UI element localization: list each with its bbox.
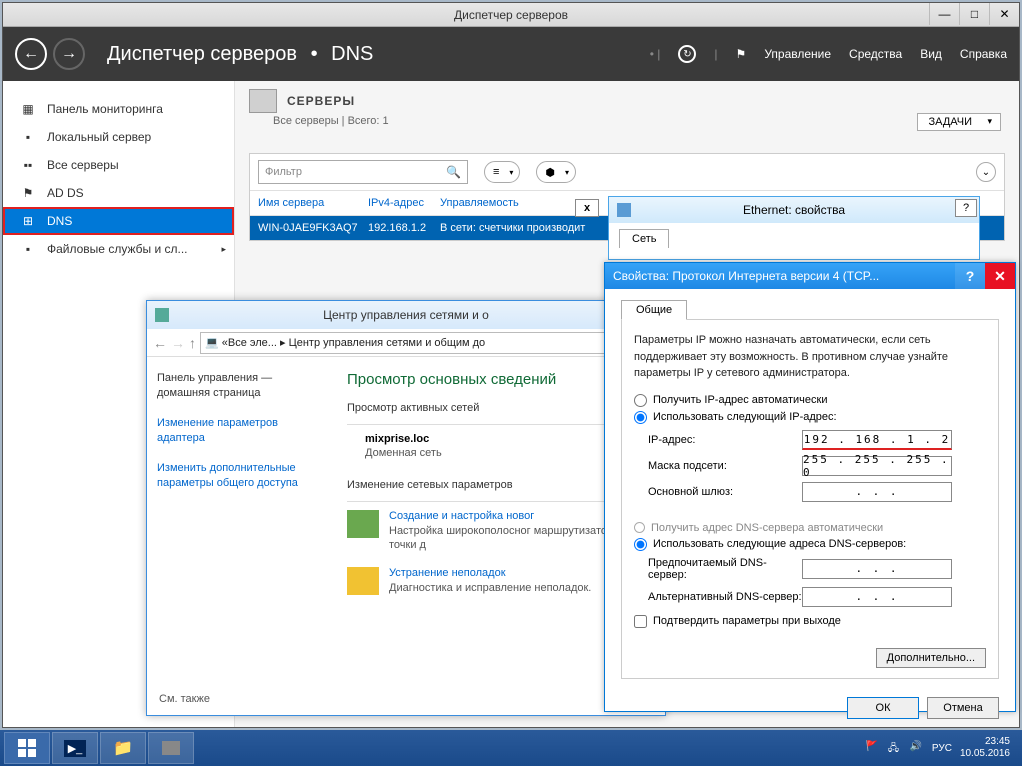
radio-ip-auto[interactable]: Получить IP-адрес автоматически [634,394,986,407]
flag-icon[interactable]: ⚑ [736,47,747,61]
control-panel-home[interactable]: Панель управления — домашняя страница [157,371,327,402]
network-icon [155,308,169,322]
files-icon: ▪ [19,242,37,256]
ip-label: IP-адрес: [648,434,802,446]
col-name[interactable]: Имя сервера [258,197,368,209]
header-bar: ← → Диспетчер серверов • DNS • | ↻ | ⚑ У… [3,27,1019,81]
tray-network-icon[interactable]: 🖧 [888,741,902,755]
sidebar-item-local[interactable]: ▪Локальный сервер [3,123,234,151]
filter-input[interactable]: Фильтр🔍 [258,160,468,184]
menu-view[interactable]: Вид [920,47,942,61]
tray-flag-icon[interactable]: 🚩 [866,741,880,755]
filter-dropdown-2[interactable]: ⬢ [536,161,576,183]
see-also[interactable]: См. также [159,693,210,705]
sidebar-item-dns[interactable]: ⊞DNS [3,207,234,235]
troubleshoot-icon [347,567,379,595]
start-button[interactable] [4,732,50,764]
mask-input[interactable]: 255 . 255 . 255 . 0 [802,456,952,476]
sidebar-item-files[interactable]: ▪Файловые службы и сл...▸ [3,235,234,263]
mask-label: Маска подсети: [648,460,802,472]
address-bar[interactable]: 💻 « Все эле... ▸ Центр управления сетями… [200,332,659,354]
chevron-right-icon: ▸ [221,244,226,255]
ok-button[interactable]: ОК [847,697,919,719]
network-center-window: Центр управления сетями и о ← → ↑ 💻 « Вс… [146,300,666,716]
tray-clock[interactable]: 23:45 10.05.2016 [960,736,1010,760]
adds-icon: ⚑ [19,186,37,200]
eth-x-bg: x [575,199,599,217]
radio-dns-auto: Получить адрес DNS-сервера автоматически [634,522,986,534]
close-button[interactable]: ✕ [989,3,1019,25]
ipv4-titlebar[interactable]: Свойства: Протокол Интернета версии 4 (T… [605,263,1015,289]
ethernet-help-button[interactable]: ? [955,199,977,217]
menu-tools[interactable]: Средства [849,47,902,61]
radio-dns-manual[interactable]: Использовать следующие адреса DNS-сервер… [634,538,986,551]
ip-input[interactable]: 192 . 168 . 1 . 2 [802,430,952,450]
breadcrumb-root[interactable]: Диспетчер серверов [107,43,297,65]
filter-dropdown-1[interactable]: ≡ [484,161,520,183]
refresh-icon[interactable]: ↻ [678,45,696,63]
back-arrow-icon[interactable]: ← [15,38,47,70]
taskbar-server-manager[interactable] [148,732,194,764]
forward-icon: → [171,335,185,351]
setup-icon [347,510,379,538]
adapter-settings-link[interactable]: Изменение параметров адаптера [157,416,327,447]
tray-sound-icon[interactable]: 🔊 [910,741,924,755]
window-title: Диспетчер серверов [454,8,568,22]
pane-subtitle: Все серверы | Всего: 1 [273,115,1019,127]
servers-icon: ▪▪ [19,158,37,172]
search-icon[interactable]: 🔍 [446,165,461,179]
sidebar-item-dashboard[interactable]: ▦Панель мониторинга [3,95,234,123]
menu-manage[interactable]: Управление [764,47,831,61]
tasks-dropdown[interactable]: ЗАДАЧИ [917,113,1001,131]
dns1-label: Предпочитаемый DNS-сервер: [648,557,802,581]
server-icon: ▪ [19,130,37,144]
ipv4-intro-text: Параметры IP можно назначать автоматичес… [634,332,986,382]
network-sidebar: Панель управления — домашняя страница Из… [147,357,337,715]
network-breadcrumb: ← → ↑ 💻 « Все эле... ▸ Центр управления … [147,329,665,357]
advanced-button[interactable]: Дополнительно... [876,648,986,668]
dns2-label: Альтернативный DNS-сервер: [648,591,802,603]
nic-icon [617,203,631,217]
validate-checkbox[interactable]: Подтвердить параметры при выходе [634,615,986,628]
sidebar-item-adds[interactable]: ⚑AD DS [3,179,234,207]
menu-help[interactable]: Справка [960,47,1007,61]
taskbar-powershell[interactable]: ▶_ [52,732,98,764]
dns-icon: ⊞ [19,214,37,228]
breadcrumb: Диспетчер серверов • DNS [107,43,373,66]
maximize-button[interactable]: □ [959,3,989,25]
pane-title: СЕРВЕРЫ [287,94,355,108]
dns1-input[interactable]: . . . [802,559,952,579]
dashboard-icon: ▦ [19,102,37,116]
col-ip[interactable]: IPv4-адрес [368,197,440,209]
sidebar-item-all[interactable]: ▪▪Все серверы [3,151,234,179]
ethernet-titlebar[interactable]: Ethernet: свойства x ? [609,197,979,223]
forward-arrow-icon: → [53,38,85,70]
ipv4-close-button[interactable]: ✕ [985,263,1015,289]
cancel-button[interactable]: Отмена [927,697,999,719]
taskbar[interactable]: ▶_ 📁 🚩 🖧 🔊 РУС 23:45 10.05.2016 [0,730,1022,766]
ethernet-window: Ethernet: свойства x ? Сеть [608,196,980,260]
tray-language[interactable]: РУС [932,743,952,754]
gateway-label: Основной шлюз: [648,486,802,498]
network-titlebar[interactable]: Центр управления сетями и о [147,301,665,329]
radio-ip-manual[interactable]: Использовать следующий IP-адрес: [634,411,986,424]
windows-icon [17,738,37,758]
sharing-settings-link[interactable]: Изменить дополнительные параметры общего… [157,461,327,492]
titlebar[interactable]: Диспетчер серверов — □ ✕ [3,3,1019,27]
expand-button[interactable]: ⌄ [976,162,996,182]
globe-icon [249,89,277,113]
breadcrumb-current[interactable]: DNS [331,43,373,65]
minimize-button[interactable]: — [929,3,959,25]
up-icon[interactable]: ↑ [189,335,196,351]
taskbar-explorer[interactable]: 📁 [100,732,146,764]
dns2-input[interactable]: . . . [802,587,952,607]
gateway-input[interactable]: . . . [802,482,952,502]
ipv4-help-button[interactable]: ? [955,263,985,289]
ethernet-tab-network[interactable]: Сеть [619,229,669,248]
ipv4-dialog: Свойства: Протокол Интернета версии 4 (T… [604,262,1016,712]
back-icon[interactable]: ← [153,335,167,351]
ipv4-tab-general[interactable]: Общие [621,300,687,320]
